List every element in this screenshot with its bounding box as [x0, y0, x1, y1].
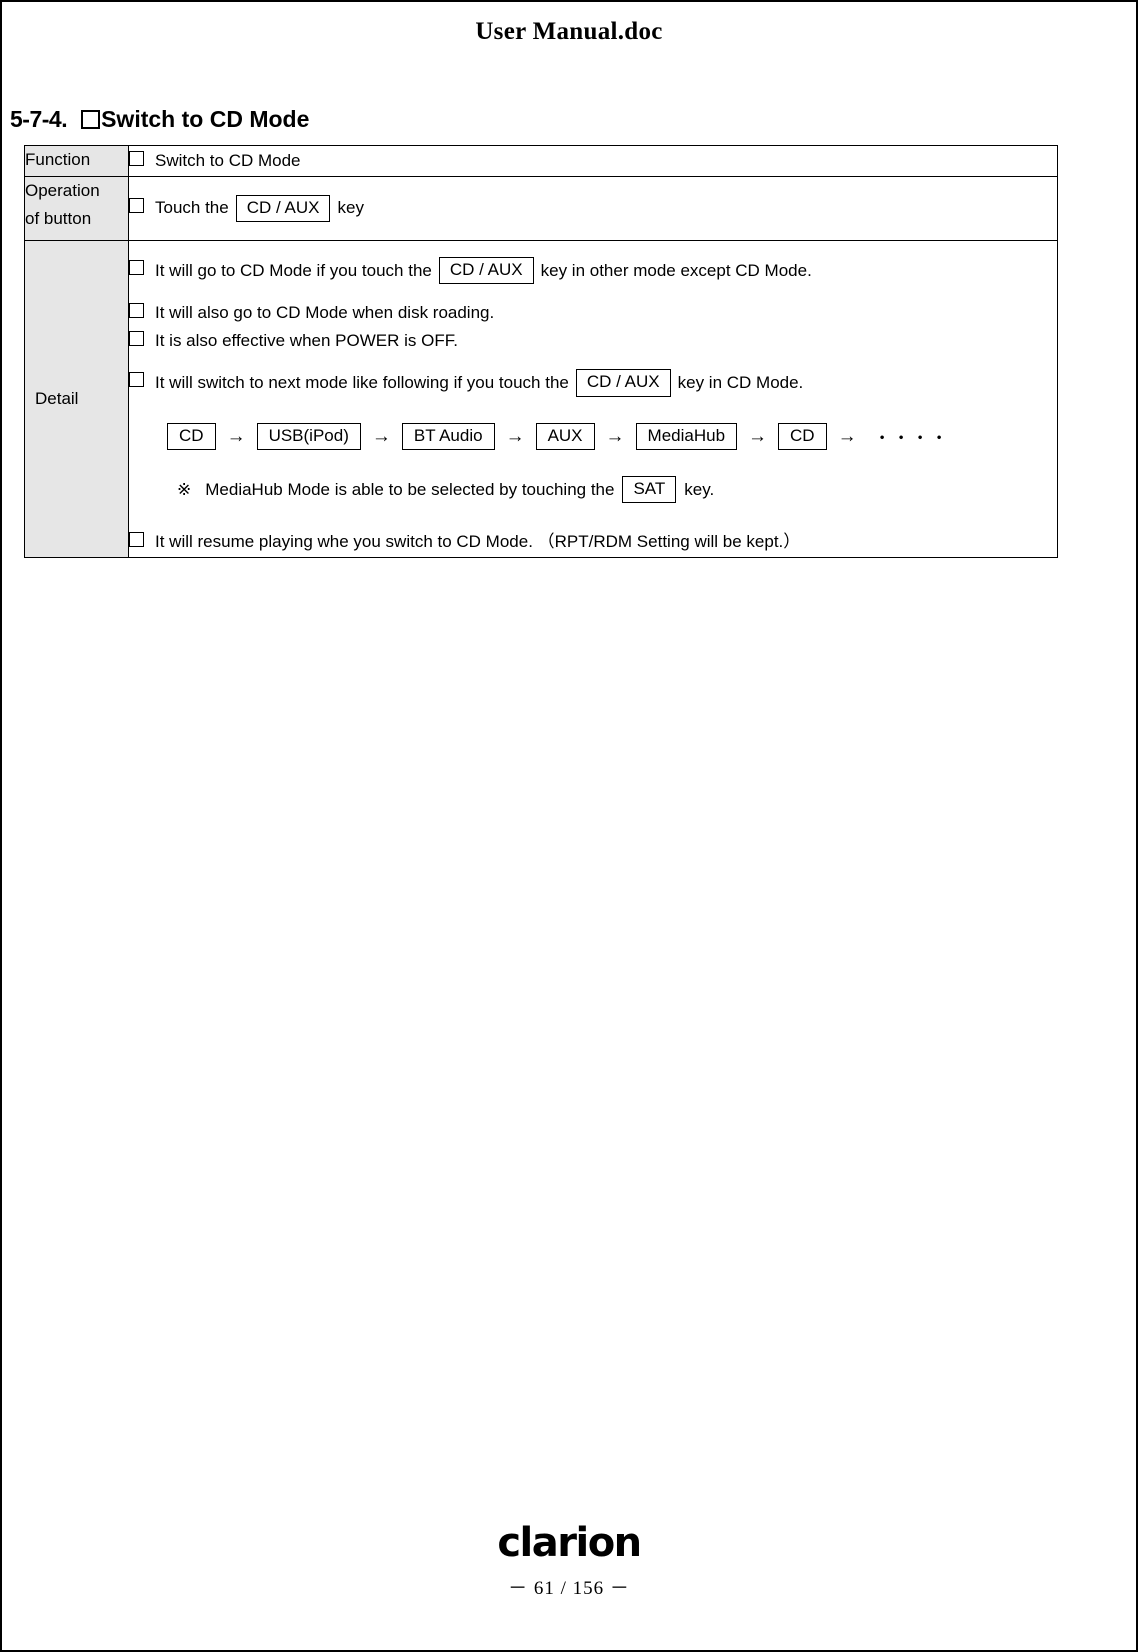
bullet-text-before: Touch the — [155, 198, 229, 218]
checkbox-icon — [129, 330, 144, 346]
mode-item-mediahub: MediaHub — [635, 422, 738, 451]
bullet-text-wrap: It will resume playing whe you switch to… — [155, 529, 800, 555]
bullet-function: Switch to CD Mode — [129, 148, 1057, 174]
bullet-detail-4: It will switch to next mode like followi… — [129, 369, 1057, 397]
heading-checkbox-icon — [81, 110, 101, 129]
mode-item-usb-ipod: USB(iPod) — [256, 422, 361, 451]
bullet-text-wrap: Touch the CD / AUX key — [155, 194, 364, 222]
table-row-detail: Detail It will go to CD Mode if you touc… — [24, 239, 1058, 558]
bullet-text-wrap: It is also effective when POWER is OFF. — [155, 328, 458, 354]
bullet-detail-1: It will go to CD Mode if you touch the C… — [129, 256, 1057, 285]
table-row-function: Function Switch to CD Mode — [24, 145, 1058, 177]
bullet-text-after: key in CD Mode. — [677, 373, 804, 393]
mode-item-cd: CD — [167, 422, 216, 451]
row-label-operation-line1: Operation — [25, 180, 100, 200]
mode-sequence-chain: CD → USB(iPod) → BT Audio → AUX → MediaH… — [167, 422, 1057, 451]
row-content-operation: Touch the CD / AUX key — [128, 175, 1058, 241]
arrow-icon: → — [371, 425, 391, 447]
key-button-cd-aux: CD / AUX — [438, 256, 534, 285]
note-text-before: MediaHub Mode is able to be selected by … — [205, 479, 615, 499]
bullet-detail-2: It will also go to CD Mode when disk roa… — [129, 300, 1057, 326]
key-button-cd-aux: CD / AUX — [235, 194, 331, 222]
checkbox-icon — [129, 372, 144, 388]
mode-item-cd-repeat: CD — [778, 422, 827, 451]
document-header-title: User Manual.doc — [475, 18, 663, 45]
section-number: 5-7-4. — [10, 106, 68, 132]
brand-logo: clarion — [497, 1520, 642, 1566]
bullet-detail-5: It will resume playing whe you switch to… — [129, 529, 1057, 555]
row-label-detail: Detail — [24, 239, 129, 558]
bullet-operation: Touch the CD / AUX key — [129, 194, 1057, 222]
table-row-operation: Operation of button Touch the CD / AUX k… — [24, 175, 1058, 241]
checkbox-icon — [129, 151, 144, 166]
page-footer: clarion － 61 / 156 － — [0, 1523, 1138, 1600]
bullet-text-wrap: Switch to CD Mode — [155, 148, 301, 174]
bullet-text-before: It will go to CD Mode if you touch the — [155, 260, 432, 280]
checkbox-icon — [129, 259, 144, 275]
bullet-text: It is also effective when POWER is OFF. — [155, 330, 458, 350]
arrow-icon: → — [505, 425, 525, 447]
document-page: User Manual.doc 5-7-4. Switch to CD Mode… — [0, 0, 1138, 1652]
page-number: － 61 / 156 － — [508, 1578, 630, 1599]
row-content-function: Switch to CD Mode — [128, 145, 1058, 177]
bullet-text: It will also go to CD Mode when disk roa… — [155, 303, 495, 323]
key-button-sat: SAT — [622, 476, 677, 504]
checkbox-icon — [129, 532, 144, 548]
row-label-operation: Operation of button — [24, 175, 129, 241]
checkbox-icon — [129, 197, 144, 213]
bullet-text: Switch to CD Mode — [155, 151, 301, 170]
arrow-icon: → — [748, 425, 768, 447]
bullet-text: It will resume playing whe you switch to… — [155, 532, 801, 552]
arrow-icon: → — [605, 425, 625, 447]
bullet-text-before: It will switch to next mode like followi… — [155, 373, 569, 393]
specification-table: Function Switch to CD Mode Operation of … — [24, 145, 1058, 558]
row-content-detail: It will go to CD Mode if you touch the C… — [128, 239, 1058, 558]
mode-item-bt-audio: BT Audio — [401, 422, 495, 451]
row-label-operation-line2: of button — [25, 208, 92, 228]
arrow-icon-trailing: → — [837, 425, 857, 447]
mode-item-aux: AUX — [535, 422, 595, 451]
reference-mark-icon: ※ — [177, 479, 192, 499]
bullet-text-wrap: It will go to CD Mode if you touch the C… — [155, 256, 812, 285]
section-title: Switch to CD Mode — [101, 106, 310, 132]
note-mediahub-sat: ※ MediaHub Mode is able to be selected b… — [177, 476, 1057, 504]
bullet-detail-3: It is also effective when POWER is OFF. — [129, 328, 1057, 354]
row-label-function: Function — [24, 145, 129, 177]
arrow-icon: → — [226, 425, 246, 447]
continuation-dots: ・・・・ — [873, 428, 950, 448]
bullet-text-after: key in other mode except CD Mode. — [540, 260, 812, 280]
bullet-text-wrap: It will also go to CD Mode when disk roa… — [155, 300, 494, 326]
checkbox-icon — [129, 303, 144, 319]
bullet-text-after: key — [337, 198, 364, 218]
bullet-text-wrap: It will switch to next mode like followi… — [155, 369, 804, 397]
note-text-after: key. — [684, 479, 715, 499]
section-heading: 5-7-4. Switch to CD Mode — [10, 106, 1138, 133]
key-button-cd-aux: CD / AUX — [575, 369, 671, 397]
